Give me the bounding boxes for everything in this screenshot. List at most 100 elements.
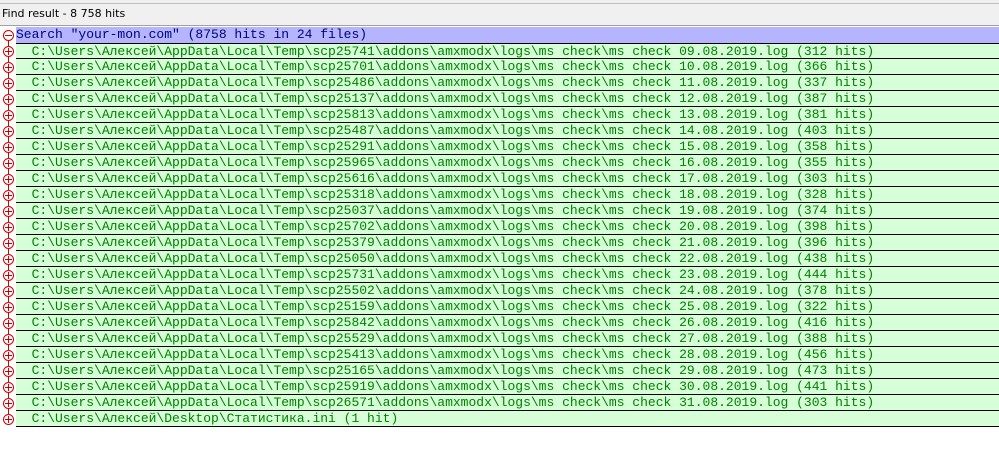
fold-expand-icon[interactable] xyxy=(3,366,14,377)
file-result-row[interactable]: C:\Users\Алексей\AppData\Local\Temp\scp2… xyxy=(0,59,999,75)
fold-expand-icon[interactable] xyxy=(3,270,14,281)
fold-margin xyxy=(0,363,16,379)
file-result-path[interactable]: C:\Users\Алексей\AppData\Local\Temp\scp2… xyxy=(16,123,999,139)
file-result-path[interactable]: C:\Users\Алексей\AppData\Local\Temp\scp2… xyxy=(16,395,999,411)
file-result-row[interactable]: C:\Users\Алексей\AppData\Local\Temp\scp2… xyxy=(0,187,999,203)
file-result-path[interactable]: C:\Users\Алексей\AppData\Local\Temp\scp2… xyxy=(16,219,999,235)
file-result-row[interactable]: C:\Users\Алексей\AppData\Local\Temp\scp2… xyxy=(0,171,999,187)
file-result-row[interactable]: C:\Users\Алексей\AppData\Local\Temp\scp2… xyxy=(0,283,999,299)
file-result-path[interactable]: C:\Users\Алексей\AppData\Local\Temp\scp2… xyxy=(16,91,999,107)
fold-margin xyxy=(0,219,16,235)
find-result-titlebar: Find result - 8 758 hits xyxy=(0,0,999,26)
file-result-row[interactable]: C:\Users\Алексей\AppData\Local\Temp\scp2… xyxy=(0,203,999,219)
fold-expand-icon[interactable] xyxy=(3,142,14,153)
file-result-row[interactable]: C:\Users\Алексей\AppData\Local\Temp\scp2… xyxy=(0,331,999,347)
file-result-path[interactable]: C:\Users\Алексей\AppData\Local\Temp\scp2… xyxy=(16,235,999,251)
fold-expand-icon[interactable] xyxy=(3,206,14,217)
fold-expand-icon[interactable] xyxy=(3,78,14,89)
file-result-row[interactable]: C:\Users\Алексей\AppData\Local\Temp\scp2… xyxy=(0,299,999,315)
file-result-path[interactable]: C:\Users\Алексей\AppData\Local\Temp\scp2… xyxy=(16,171,999,187)
fold-margin xyxy=(0,75,16,91)
fold-margin xyxy=(0,235,16,251)
fold-margin xyxy=(0,331,16,347)
fold-expand-icon[interactable] xyxy=(3,302,14,313)
file-result-row[interactable]: C:\Users\Алексей\AppData\Local\Temp\scp2… xyxy=(0,123,999,139)
file-result-row[interactable]: C:\Users\Алексей\AppData\Local\Temp\scp2… xyxy=(0,75,999,91)
file-result-path[interactable]: C:\Users\Алексей\AppData\Local\Temp\scp2… xyxy=(16,315,999,331)
fold-margin xyxy=(0,411,16,427)
file-result-path[interactable]: C:\Users\Алексей\AppData\Local\Temp\scp2… xyxy=(16,75,999,91)
file-result-row[interactable]: C:\Users\Алексей\AppData\Local\Temp\scp2… xyxy=(0,347,999,363)
fold-expand-icon[interactable] xyxy=(3,174,14,185)
fold-expand-icon[interactable] xyxy=(3,190,14,201)
fold-expand-icon[interactable] xyxy=(3,334,14,345)
titlebar-divider xyxy=(0,3,999,4)
file-result-row[interactable]: C:\Users\Алексей\AppData\Local\Temp\scp2… xyxy=(0,155,999,171)
file-result-path[interactable]: C:\Users\Алексей\AppData\Local\Temp\scp2… xyxy=(16,331,999,347)
file-result-row[interactable]: C:\Users\Алексей\AppData\Local\Temp\scp2… xyxy=(0,251,999,267)
search-header-row[interactable]: Search "your-mon.com" (8758 hits in 24 f… xyxy=(0,27,999,43)
fold-margin xyxy=(0,107,16,123)
file-result-path[interactable]: C:\Users\Алексей\AppData\Local\Temp\scp2… xyxy=(16,43,999,59)
file-result-row[interactable]: C:\Users\Алексей\AppData\Local\Temp\scp2… xyxy=(0,107,999,123)
file-result-row[interactable]: C:\Users\Алексей\AppData\Local\Temp\scp2… xyxy=(0,219,999,235)
fold-margin xyxy=(0,43,16,59)
fold-expand-icon[interactable] xyxy=(3,46,14,57)
fold-expand-icon[interactable] xyxy=(3,238,14,249)
file-result-path[interactable]: C:\Users\Алексей\AppData\Local\Temp\scp2… xyxy=(16,251,999,267)
file-result-path[interactable]: C:\Users\Алексей\AppData\Local\Temp\scp2… xyxy=(16,155,999,171)
fold-expand-icon[interactable] xyxy=(3,110,14,121)
file-result-path[interactable]: C:\Users\Алексей\AppData\Local\Temp\scp2… xyxy=(16,379,999,395)
file-result-row[interactable]: C:\Users\Алексей\AppData\Local\Temp\scp2… xyxy=(0,91,999,107)
fold-expand-icon[interactable] xyxy=(3,62,14,73)
find-results-panel[interactable]: Search "your-mon.com" (8758 hits in 24 f… xyxy=(0,27,999,427)
fold-expand-icon[interactable] xyxy=(3,414,14,425)
file-result-path[interactable]: C:\Users\Алексей\AppData\Local\Temp\scp2… xyxy=(16,107,999,123)
fold-margin xyxy=(0,27,16,43)
fold-margin xyxy=(0,203,16,219)
fold-margin xyxy=(0,187,16,203)
fold-expand-icon[interactable] xyxy=(3,382,14,393)
window-title: Find result - 8 758 hits xyxy=(2,7,126,20)
fold-expand-icon[interactable] xyxy=(3,222,14,233)
file-result-path[interactable]: C:\Users\Алексей\AppData\Local\Temp\scp2… xyxy=(16,59,999,75)
file-result-path[interactable]: C:\Users\Алексей\AppData\Local\Temp\scp2… xyxy=(16,347,999,363)
fold-margin xyxy=(0,283,16,299)
fold-expand-icon[interactable] xyxy=(3,254,14,265)
file-result-path[interactable]: C:\Users\Алексей\AppData\Local\Temp\scp2… xyxy=(16,363,999,379)
file-result-path[interactable]: C:\Users\Алексей\AppData\Local\Temp\scp2… xyxy=(16,203,999,219)
fold-expand-icon[interactable] xyxy=(3,286,14,297)
file-result-row[interactable]: C:\Users\Алексей\AppData\Local\Temp\scp2… xyxy=(0,395,999,411)
fold-expand-icon[interactable] xyxy=(3,350,14,361)
fold-margin xyxy=(0,91,16,107)
fold-collapse-icon[interactable] xyxy=(3,30,14,41)
file-result-row[interactable]: C:\Users\Алексей\AppData\Local\Temp\scp2… xyxy=(0,139,999,155)
file-result-path[interactable]: C:\Users\Алексей\AppData\Local\Temp\scp2… xyxy=(16,299,999,315)
fold-margin xyxy=(0,299,16,315)
fold-expand-icon[interactable] xyxy=(3,318,14,329)
fold-margin xyxy=(0,251,16,267)
file-result-path[interactable]: C:\Users\Алексей\AppData\Local\Temp\scp2… xyxy=(16,187,999,203)
fold-margin xyxy=(0,139,16,155)
fold-margin xyxy=(0,347,16,363)
fold-margin xyxy=(0,395,16,411)
fold-margin xyxy=(0,379,16,395)
file-result-row[interactable]: C:\Users\Алексей\AppData\Local\Temp\scp2… xyxy=(0,43,999,59)
file-result-path[interactable]: C:\Users\Алексей\Desktop\Статистика.ini … xyxy=(16,411,999,427)
file-result-row[interactable]: C:\Users\Алексей\AppData\Local\Temp\scp2… xyxy=(0,235,999,251)
file-result-row[interactable]: C:\Users\Алексей\AppData\Local\Temp\scp2… xyxy=(0,379,999,395)
file-result-row[interactable]: C:\Users\Алексей\AppData\Local\Temp\scp2… xyxy=(0,363,999,379)
fold-margin xyxy=(0,155,16,171)
fold-expand-icon[interactable] xyxy=(3,94,14,105)
fold-expand-icon[interactable] xyxy=(3,126,14,137)
fold-expand-icon[interactable] xyxy=(3,158,14,169)
search-header-text[interactable]: Search "your-mon.com" (8758 hits in 24 f… xyxy=(16,27,999,43)
file-result-row[interactable]: C:\Users\Алексей\AppData\Local\Temp\scp2… xyxy=(0,315,999,331)
fold-margin xyxy=(0,267,16,283)
file-result-row[interactable]: C:\Users\Алексей\Desktop\Статистика.ini … xyxy=(0,411,999,427)
fold-expand-icon[interactable] xyxy=(3,398,14,409)
file-result-path[interactable]: C:\Users\Алексей\AppData\Local\Temp\scp2… xyxy=(16,139,999,155)
file-result-row[interactable]: C:\Users\Алексей\AppData\Local\Temp\scp2… xyxy=(0,267,999,283)
file-result-path[interactable]: C:\Users\Алексей\AppData\Local\Temp\scp2… xyxy=(16,283,999,299)
file-result-path[interactable]: C:\Users\Алексей\AppData\Local\Temp\scp2… xyxy=(16,267,999,283)
